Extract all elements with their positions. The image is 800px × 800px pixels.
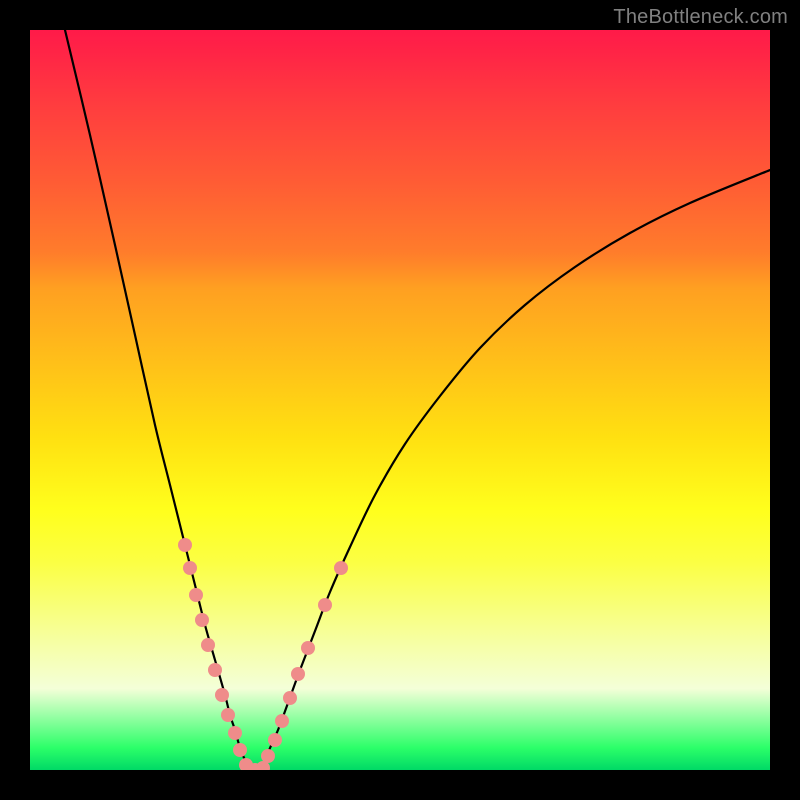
plot-area: [30, 30, 770, 770]
scatter-point: [183, 561, 197, 575]
curve-left: [65, 30, 250, 770]
scatter-point: [275, 714, 289, 728]
chart-svg: [30, 30, 770, 770]
scatter-point: [233, 743, 247, 757]
scatter-point: [268, 733, 282, 747]
scatter-point: [261, 749, 275, 763]
scatter-point: [221, 708, 235, 722]
scatter-point: [228, 726, 242, 740]
scatter-point: [178, 538, 192, 552]
chart-frame: TheBottleneck.com: [0, 0, 800, 800]
scatter-point: [318, 598, 332, 612]
scatter-markers: [178, 538, 348, 770]
scatter-point: [283, 691, 297, 705]
scatter-point: [195, 613, 209, 627]
curve-right: [260, 170, 770, 770]
scatter-point: [208, 663, 222, 677]
scatter-point: [301, 641, 315, 655]
scatter-point: [334, 561, 348, 575]
scatter-point: [189, 588, 203, 602]
watermark-text: TheBottleneck.com: [613, 6, 788, 29]
scatter-point: [215, 688, 229, 702]
scatter-point: [201, 638, 215, 652]
scatter-point: [291, 667, 305, 681]
